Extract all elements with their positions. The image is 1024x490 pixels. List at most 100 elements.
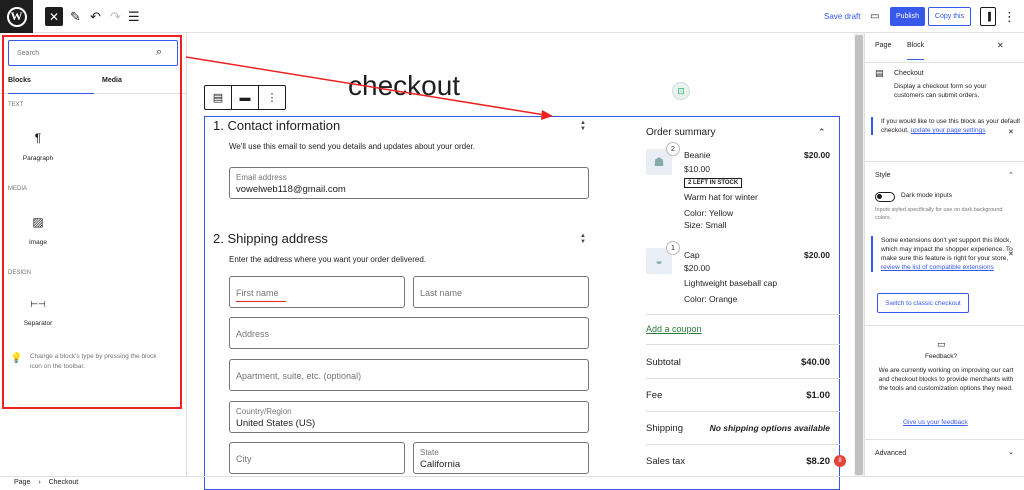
page-title[interactable]: checkout	[348, 70, 460, 102]
more-options-icon[interactable]: ⋮	[1003, 7, 1016, 26]
spellcheck-underline	[236, 301, 286, 302]
city-field[interactable]: City	[229, 442, 405, 474]
state-label: State	[420, 448, 439, 457]
block-paragraph[interactable]: ¶ Paragraph	[20, 131, 56, 162]
item-attribute: Color: Orange	[684, 294, 738, 304]
checkout-block-icon[interactable]: ▤	[205, 86, 232, 109]
block-options-icon[interactable]: ⋮	[259, 86, 285, 109]
block-title: Checkout	[894, 70, 924, 77]
item-name: Cap	[684, 250, 700, 260]
close-icon[interactable]: ✕	[1008, 128, 1014, 136]
image-icon: ▨	[32, 215, 44, 229]
divider	[865, 62, 1024, 63]
tab-media[interactable]: Media	[102, 74, 122, 94]
redo-icon[interactable]: ↷	[110, 7, 121, 26]
breadcrumb-checkout[interactable]: Checkout	[49, 479, 79, 486]
close-icon[interactable]: ✕	[1008, 250, 1014, 258]
align-icon[interactable]: ▬	[232, 86, 259, 109]
apartment-label: Apartment, suite, etc. (optional)	[236, 371, 362, 381]
extensions-notice: Some extensions don't yet support this b…	[871, 236, 1021, 272]
address-label: Address	[236, 329, 270, 339]
tab-blocks[interactable]: Blocks	[8, 74, 94, 94]
shipping-section-title: 2. Shipping address	[213, 231, 328, 246]
page-settings-link[interactable]: update your page settings	[911, 127, 986, 134]
item-unit-price: $10.00	[684, 164, 710, 174]
total-value: $40.00	[800, 357, 830, 368]
chevron-up-icon[interactable]: ⌃	[818, 127, 826, 138]
chevron-up-icon[interactable]: ⌃	[1008, 171, 1014, 179]
move-arrows-icon[interactable]: ▲ ▼	[580, 120, 586, 132]
block-image[interactable]: ▨ Image	[20, 215, 56, 246]
switch-classic-checkout-button[interactable]: Switch to classic checkout	[877, 293, 969, 313]
undo-icon[interactable]: ↶	[90, 7, 101, 26]
total-label: Subtotal	[646, 357, 681, 368]
last-name-field[interactable]: Last name	[413, 276, 589, 308]
item-description: Lightweight baseball cap	[684, 278, 778, 288]
close-inserter-button[interactable]: ✕	[45, 7, 63, 26]
add-coupon-link[interactable]: Add a coupon	[646, 324, 702, 334]
country-value: United States (US)	[236, 418, 316, 429]
search-input[interactable]	[8, 40, 178, 66]
email-field[interactable]: Email address vowelweb118@gmail.com	[229, 167, 589, 199]
divider	[646, 444, 840, 445]
stock-badge: 2 LEFT IN STOCK	[684, 178, 743, 188]
contact-description: We'll use this email to send you details…	[229, 142, 475, 151]
block-separator[interactable]: ⊢⊣ Separator	[20, 299, 56, 327]
item-unit-price: $20.00	[684, 263, 710, 273]
country-select[interactable]: Country/Region United States (US)	[229, 401, 589, 433]
search-icon: ⌕	[156, 46, 163, 58]
dark-mode-toggle[interactable]	[875, 192, 895, 202]
state-select[interactable]: State California	[413, 442, 589, 474]
grammar-assistant-icon[interactable]: ⊡	[672, 82, 690, 100]
notification-badge[interactable]: 8	[834, 455, 846, 467]
chevron-down-icon[interactable]: ⌄	[1008, 448, 1014, 456]
inserter-tip: 💡 Change a block's type by pressing the b…	[10, 352, 170, 372]
style-panel-title[interactable]: Style	[875, 172, 891, 179]
scrollbar-thumb[interactable]	[855, 35, 863, 475]
checkout-block-icon: ▤	[875, 68, 884, 78]
subtotal-row: Subtotal $40.00	[646, 357, 830, 368]
close-icon[interactable]: ✕	[997, 41, 1004, 50]
item-attribute: Size: Small	[684, 220, 727, 230]
canvas-scrollbar[interactable]	[854, 33, 864, 476]
block-description: Display a checkout form so your customer…	[894, 83, 987, 99]
shipping-description: Enter the address where you want your or…	[229, 255, 426, 264]
tab-block[interactable]: Block	[907, 42, 925, 60]
settings-sidebar-icon[interactable]: ▐	[980, 7, 996, 26]
item-name: Beanie	[684, 150, 711, 160]
country-label: Country/Region	[236, 407, 292, 416]
list-view-icon[interactable]: ☰	[128, 7, 140, 26]
email-label: Email address	[236, 173, 287, 182]
wordpress-logo[interactable]: W	[0, 0, 33, 33]
city-label: City	[236, 454, 252, 464]
feedback-title: Feedback?	[925, 353, 958, 360]
feedback-description: We are currently working on improving ou…	[878, 367, 1014, 392]
pen-icon[interactable]: ✎	[70, 7, 81, 26]
breadcrumb-separator: ›	[38, 479, 41, 486]
dark-mode-help: Inputs styled specifically for use on da…	[875, 207, 1003, 221]
advanced-panel-title[interactable]: Advanced	[875, 450, 906, 457]
total-value: $1.00	[806, 390, 830, 401]
copy-button[interactable]: Copy this	[928, 7, 971, 26]
divider	[646, 378, 840, 379]
feedback-link[interactable]: Give us your feedback	[903, 419, 968, 426]
compatible-extensions-link[interactable]: review the list of compatible extensions	[881, 264, 994, 271]
preview-icon[interactable]: ▭	[870, 7, 879, 26]
contact-section-title: 1. Contact information	[213, 118, 341, 133]
block-toolbar: ▤ ▬ ⋮	[204, 85, 286, 110]
publish-button[interactable]: Publish	[890, 7, 925, 26]
breadcrumb-page[interactable]: Page	[14, 479, 30, 486]
first-name-field[interactable]: First name	[229, 276, 405, 308]
apartment-field[interactable]: Apartment, suite, etc. (optional)	[229, 359, 589, 391]
separator-icon: ⊢⊣	[30, 299, 46, 309]
total-label: Fee	[646, 390, 663, 401]
shipping-row: Shipping No shipping options available	[646, 423, 830, 434]
tab-page[interactable]: Page	[875, 42, 891, 49]
default-checkout-notice: If you would like to use this block as y…	[871, 117, 1021, 135]
total-label: Sales tax	[646, 456, 686, 467]
save-draft-button[interactable]: Save draft	[824, 7, 860, 26]
fee-row: Fee $1.00	[646, 390, 830, 401]
item-price: $20.00	[804, 250, 830, 260]
address-field[interactable]: Address	[229, 317, 589, 349]
move-arrows-icon[interactable]: ▲ ▼	[580, 233, 586, 245]
